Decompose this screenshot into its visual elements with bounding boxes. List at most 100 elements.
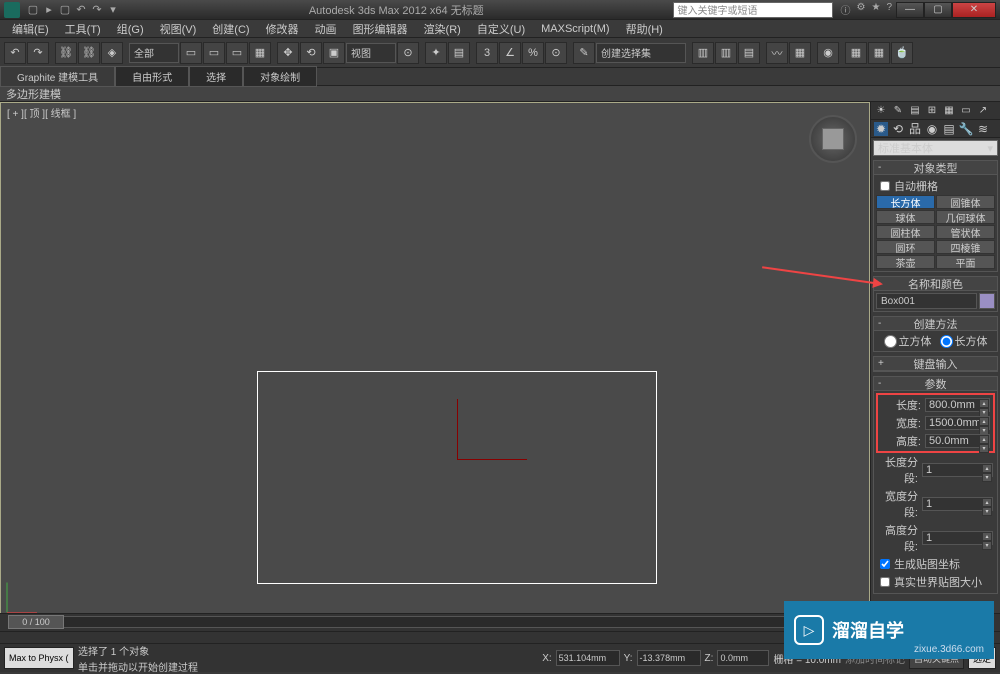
spinner-snap-icon[interactable]: ⊙ — [545, 42, 567, 64]
gen-map-checkbox[interactable]: 生成贴图坐标 — [876, 555, 995, 573]
info-icon[interactable]: ⓘ — [841, 2, 851, 17]
render-frame-icon[interactable]: ▦ — [868, 42, 890, 64]
menu-animation[interactable]: 动画 — [307, 19, 345, 39]
object-name-input[interactable]: Box001 — [876, 293, 977, 309]
unlink-icon[interactable]: ⛓ — [78, 42, 100, 64]
manipulate-icon[interactable]: ✦ — [425, 42, 447, 64]
auto-grid-checkbox[interactable]: 自动栅格 — [876, 177, 995, 195]
menu-help[interactable]: 帮助(H) — [618, 19, 671, 39]
menu-view[interactable]: 视图(V) — [152, 19, 205, 39]
ref-coord-dropdown[interactable]: 视图 — [346, 43, 396, 63]
primitive-plane-button[interactable]: 平面 — [936, 255, 995, 269]
selection-filter-dropdown[interactable]: 全部 — [129, 43, 179, 63]
select-icon[interactable]: ▭ — [180, 42, 202, 64]
minimize-button[interactable]: — — [896, 2, 924, 18]
render-icon[interactable]: 🍵 — [891, 42, 913, 64]
wseg-spinner[interactable]: 1▴▾ — [922, 497, 993, 511]
utilities-tab-icon[interactable]: 🔧 — [959, 122, 973, 136]
close-button[interactable]: ✕ — [952, 2, 996, 18]
menu-modifiers[interactable]: 修改器 — [258, 19, 307, 39]
primitive-sphere-button[interactable]: 球体 — [876, 210, 935, 224]
menu-tools[interactable]: 工具(T) — [57, 19, 109, 39]
named-selection-dropdown[interactable]: 创建选择集 — [596, 43, 686, 63]
redo-icon[interactable]: ↷ — [27, 42, 49, 64]
time-slider-handle[interactable]: 0 / 100 — [8, 615, 64, 629]
ribbon-tab-selection[interactable]: 选择 — [189, 66, 243, 87]
menu-edit[interactable]: 编辑(E) — [4, 19, 57, 39]
hseg-spinner[interactable]: 1▴▾ — [922, 531, 993, 545]
creation-method-header[interactable]: -创建方法 — [874, 317, 997, 331]
object-type-header[interactable]: -对象类型 — [874, 161, 997, 175]
lseg-spinner[interactable]: 1▴▾ — [922, 463, 993, 477]
percent-snap-icon[interactable]: % — [522, 42, 544, 64]
create-tab-icon[interactable]: ✹ — [874, 122, 888, 136]
category-dropdown[interactable]: 标准基本体▾ — [873, 140, 998, 156]
primitive-box-button[interactable]: 长方体 — [876, 195, 935, 209]
viewport-label[interactable]: [ + ][ 顶 ][ 线框 ] — [7, 105, 76, 120]
qat-save-icon[interactable]: ▢ — [58, 3, 72, 17]
pivot-icon[interactable]: ⊙ — [397, 42, 419, 64]
schematic-icon[interactable]: ▦ — [789, 42, 811, 64]
menu-rendering[interactable]: 渲染(R) — [416, 19, 469, 39]
maxscript-mini-button[interactable]: Max to Physx ( — [4, 647, 74, 669]
ribbon-tab-paint[interactable]: 对象绘制 — [243, 66, 317, 87]
material-editor-icon[interactable]: ◉ — [817, 42, 839, 64]
comm-icon[interactable]: ⚙ — [857, 2, 866, 17]
qat-more-icon[interactable]: ▾ — [106, 3, 120, 17]
extra-tab-icon[interactable]: ≋ — [976, 122, 990, 136]
display-tab-icon[interactable]: ▤ — [942, 122, 956, 136]
rotate-icon[interactable]: ⟲ — [300, 42, 322, 64]
keyboard-icon[interactable]: ▤ — [448, 42, 470, 64]
primitive-geosphere-button[interactable]: 几何球体 — [936, 210, 995, 224]
primitive-teapot-button[interactable]: 茶壶 — [876, 255, 935, 269]
light-icon[interactable]: ☀ — [874, 104, 888, 118]
named-sel-edit-icon[interactable]: ✎ — [573, 42, 595, 64]
viewport[interactable]: [ + ][ 顶 ][ 线框 ] — [0, 102, 870, 619]
viewport-gizmo[interactable] — [453, 399, 533, 469]
tool2-icon[interactable]: ▤ — [908, 104, 922, 118]
menu-maxscript[interactable]: MAXScript(M) — [533, 21, 617, 37]
tool6-icon[interactable]: ↗ — [976, 104, 990, 118]
length-spinner[interactable]: 800.0mm▴▾ — [925, 398, 990, 412]
window-crossing-icon[interactable]: ▦ — [249, 42, 271, 64]
object-color-swatch[interactable] — [979, 293, 995, 309]
qat-redo-icon[interactable]: ↷ — [90, 3, 104, 17]
layers-icon[interactable]: ▤ — [738, 42, 760, 64]
tool-icon[interactable]: ✎ — [891, 104, 905, 118]
ribbon-tab-graphite[interactable]: Graphite 建模工具 — [0, 66, 115, 87]
primitive-cone-button[interactable]: 圆锥体 — [936, 195, 995, 209]
primitive-tube-button[interactable]: 管状体 — [936, 225, 995, 239]
maximize-button[interactable]: ▢ — [924, 2, 952, 18]
align-icon[interactable]: ▥ — [715, 42, 737, 64]
curve-editor-icon[interactable]: 〰 — [766, 42, 788, 64]
coord-y-input[interactable]: -13.378mm — [637, 650, 701, 666]
tool3-icon[interactable]: ⊞ — [925, 104, 939, 118]
help-icon[interactable]: ? — [886, 2, 892, 17]
coord-x-input[interactable]: 531.104mm — [556, 650, 620, 666]
height-spinner[interactable]: 50.0mm▴▾ — [925, 434, 990, 448]
primitive-pyramid-button[interactable]: 四棱锥 — [936, 240, 995, 254]
qat-undo-icon[interactable]: ↶ — [74, 3, 88, 17]
menu-grapheditors[interactable]: 图形编辑器 — [345, 19, 416, 39]
parameters-header[interactable]: -参数 — [874, 377, 997, 391]
primitive-torus-button[interactable]: 圆环 — [876, 240, 935, 254]
primitive-cylinder-button[interactable]: 圆柱体 — [876, 225, 935, 239]
undo-icon[interactable]: ↶ — [4, 42, 26, 64]
scale-icon[interactable]: ▣ — [323, 42, 345, 64]
render-setup-icon[interactable]: ▦ — [845, 42, 867, 64]
menu-group[interactable]: 组(G) — [109, 19, 152, 39]
move-icon[interactable]: ✥ — [277, 42, 299, 64]
tool4-icon[interactable]: ▦ — [942, 104, 956, 118]
select-region-icon[interactable]: ▭ — [226, 42, 248, 64]
select-name-icon[interactable]: ▭ — [203, 42, 225, 64]
hierarchy-tab-icon[interactable]: 品 — [908, 122, 922, 136]
qat-new-icon[interactable]: ▢ — [26, 3, 40, 17]
bind-icon[interactable]: ◈ — [101, 42, 123, 64]
name-color-header[interactable]: -名称和颜色 — [874, 277, 997, 291]
star-icon[interactable]: ★ — [871, 2, 880, 17]
link-icon[interactable]: ⛓ — [55, 42, 77, 64]
snap-icon[interactable]: 3 — [476, 42, 498, 64]
real-world-checkbox[interactable]: 真实世界贴图大小 — [876, 573, 995, 591]
angle-snap-icon[interactable]: ∠ — [499, 42, 521, 64]
modify-tab-icon[interactable]: ⟲ — [891, 122, 905, 136]
